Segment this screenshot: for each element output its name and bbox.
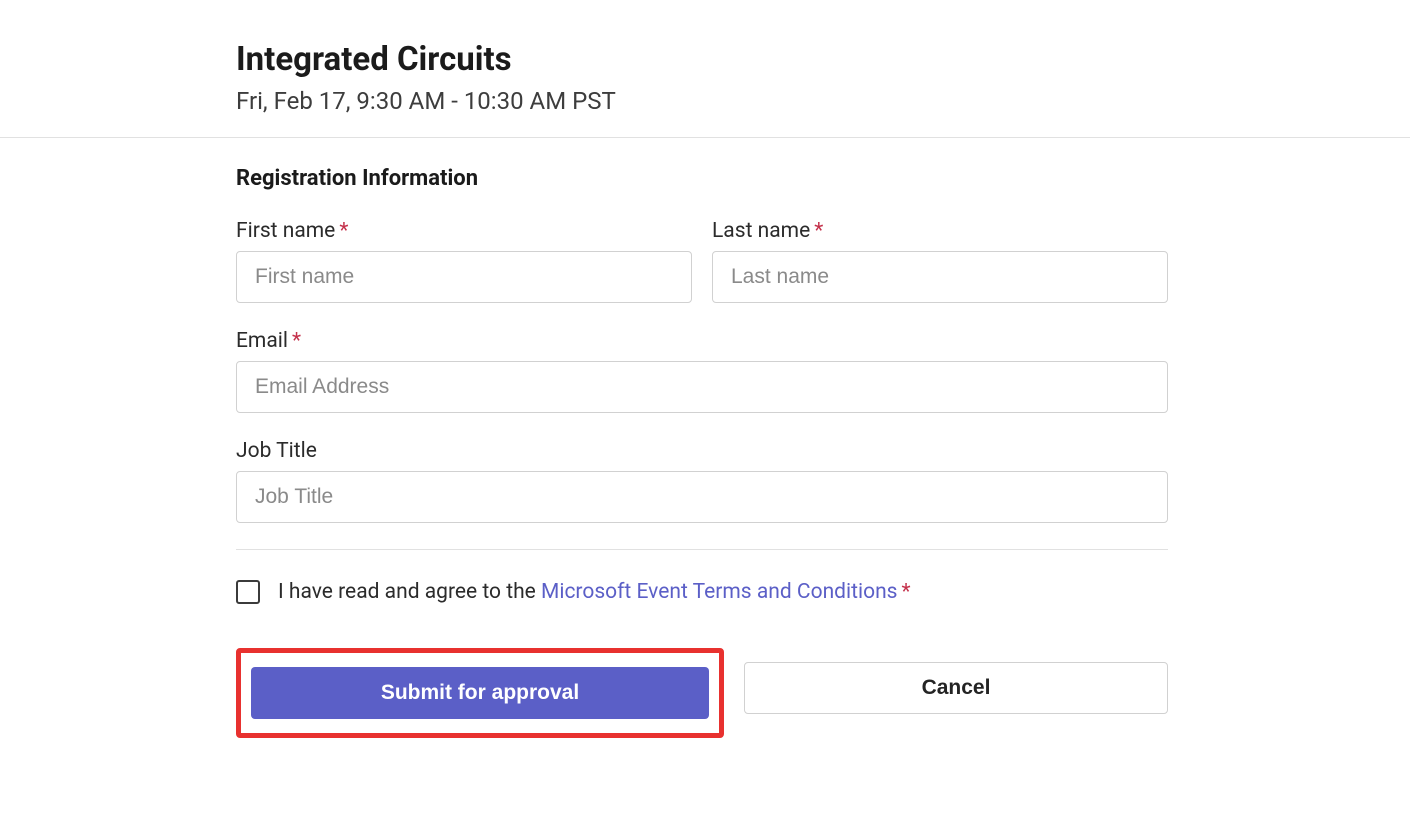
section-heading: Registration Information — [236, 166, 1168, 191]
cancel-button[interactable]: Cancel — [744, 662, 1168, 714]
consent-required-marker: * — [902, 580, 911, 604]
submit-button[interactable]: Submit for approval — [251, 667, 709, 719]
email-label: Email* — [236, 329, 1168, 353]
form-divider — [236, 549, 1168, 550]
email-input[interactable] — [236, 361, 1168, 413]
email-field: Email* — [236, 329, 1168, 413]
consent-prefix: I have read and agree to the — [278, 580, 541, 604]
event-header: Integrated Circuits Fri, Feb 17, 9:30 AM… — [0, 0, 1410, 138]
required-marker: * — [814, 219, 823, 243]
first-name-label-text: First name — [236, 219, 335, 243]
submit-highlight: Submit for approval — [236, 648, 724, 738]
job-title-field: Job Title — [236, 439, 1168, 523]
last-name-label: Last name* — [712, 219, 1168, 243]
email-label-text: Email — [236, 329, 288, 353]
first-name-input[interactable] — [236, 251, 692, 303]
event-title: Integrated Circuits — [236, 40, 1410, 79]
first-name-label: First name* — [236, 219, 692, 243]
consent-checkbox[interactable] — [236, 580, 260, 604]
event-datetime: Fri, Feb 17, 9:30 AM - 10:30 AM PST — [236, 87, 1410, 115]
button-row: Submit for approval Cancel — [236, 648, 1168, 738]
first-name-field: First name* — [236, 219, 692, 303]
last-name-label-text: Last name — [712, 219, 810, 243]
job-title-input[interactable] — [236, 471, 1168, 523]
job-title-label: Job Title — [236, 439, 1168, 463]
required-marker: * — [292, 329, 301, 353]
consent-text: I have read and agree to the Microsoft E… — [278, 580, 911, 604]
registration-form: Registration Information First name* Las… — [0, 138, 1168, 778]
required-marker: * — [339, 219, 348, 243]
last-name-input[interactable] — [712, 251, 1168, 303]
consent-row: I have read and agree to the Microsoft E… — [236, 580, 1168, 604]
last-name-field: Last name* — [712, 219, 1168, 303]
terms-link[interactable]: Microsoft Event Terms and Conditions — [541, 580, 898, 604]
